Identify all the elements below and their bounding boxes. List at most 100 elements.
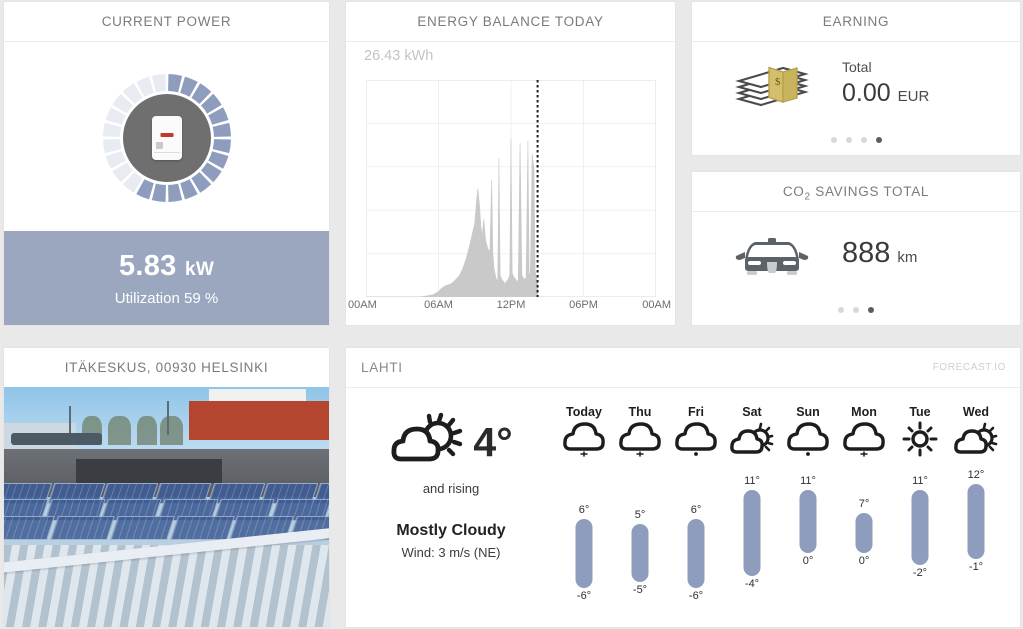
earning-currency: EUR [897,88,930,105]
forecast-high: 7° [858,497,870,510]
forecast-bar [631,524,649,583]
cloud-snow-icon [617,422,663,457]
energy-chart[interactable] [366,80,656,297]
weather-header: LAHTI FORECAST.IO [346,348,1020,388]
inverter-seam-line [153,152,180,153]
weather-forecast-row: Today 6° -6° Thu 5° -5° Fri 6° -6° Sat 1… [556,387,1020,627]
co2-savings-card[interactable]: CO2 SAVINGS TOTAL 888 km [691,171,1021,326]
forecast-temp-range: 11° 0° [780,458,836,608]
forecast-low: 0° [802,555,814,568]
weather-current-top: 4° [389,409,513,476]
pole [166,401,169,435]
cloud-rain-icon [785,422,831,456]
cloud-snow-icon [561,422,607,457]
weather-current-temp: 4° [473,419,513,465]
forecast-day[interactable]: Wed 12° -1° [948,405,1004,627]
forecast-high: 11° [800,474,816,487]
forecast-temp-range: 6° -6° [556,458,612,608]
x-tick-label: 00AM [348,299,377,311]
forecast-temp-range: 12° -1° [948,458,1004,608]
co2-pagination-dots[interactable] [692,307,1020,313]
earning-pagination-dots[interactable] [692,137,1020,143]
pagination-dot[interactable] [838,307,844,313]
forecast-temp-range: 11° -2° [892,458,948,608]
forecast-day-name: Sun [796,405,820,419]
co2-value: 888 [842,237,891,269]
power-gauge-wrap [4,42,329,234]
forecast-bar [575,518,593,588]
weather-body: 4° and rising Mostly Cloudy Wind: 3 m/s … [346,387,1020,627]
x-tick-label: 06AM [424,299,453,311]
solar-panel [110,516,175,540]
power-number: 5.83 [118,249,177,282]
forecast-day-name: Thu [628,405,652,419]
tree [108,415,131,445]
energy-balance-card[interactable]: ENERGY BALANCE TODAY 26.43 kWh 00AM 06AM 1… [345,1,676,326]
power-gauge [101,72,233,204]
power-value: 5.83 kW [119,250,214,283]
x-tick-label: 12PM [496,299,526,311]
power-value-band: 5.83 kW Utilization 59 % [4,231,329,325]
earning-title: EARNING [692,2,1020,42]
energy-chart-svg [366,80,656,297]
energy-chart-x-axis: 00AM 06AM 12PM 06PM 00AM [346,299,675,313]
weather-wind: Wind: 3 m/s (NE) [401,545,501,560]
partly-cloudy-icon [953,422,999,454]
forecast-temp-range: 11° -4° [724,458,780,608]
pagination-dot[interactable] [853,307,859,313]
forecast-day[interactable]: Sun 11° 0° [780,405,836,627]
cloud-snow-icon [841,422,887,457]
co2-prefix: CO [782,184,805,199]
forecast-day[interactable]: Tue 11° -2° [892,405,948,627]
solar-panel-array [4,483,329,555]
pole [69,406,71,435]
forecast-low: -4° [744,578,760,591]
weather-provider: FORECAST.IO [932,362,1006,373]
svg-text:$: $ [775,76,781,88]
earning-label: Total [842,59,872,75]
forecast-day-name: Tue [909,405,931,419]
forecast-bar [911,489,929,565]
forecast-high: 5° [634,509,646,522]
co2-row: 888 km [692,212,1020,295]
forecast-high: 6° [578,503,590,516]
red-building [189,401,329,440]
site-photo-card[interactable]: ITÄKESKUS, 00930 HELSINKI [3,347,330,628]
earning-text: Total 0.00 EUR [842,59,929,108]
forecast-bar [967,484,985,560]
solar-panel [4,516,56,540]
x-tick-label: 06PM [569,299,598,311]
co2-savings-title: CO2 SAVINGS TOTAL [692,172,1020,212]
pagination-dot[interactable] [860,137,867,143]
weather-card[interactable]: LAHTI FORECAST.IO 4° and rising Mostly C… [345,347,1021,628]
forecast-day[interactable]: Thu 5° -5° [612,405,668,627]
earning-value-row: 0.00 EUR [842,79,929,108]
forecast-high: 11° [912,474,928,487]
forecast-low: 0° [858,555,870,568]
pagination-dot[interactable] [830,137,837,143]
earning-card[interactable]: EARNING $ Total 0.00 EUR [691,1,1021,156]
forecast-day[interactable]: Today 6° -6° [556,405,612,627]
forecast-high: 12° [967,469,985,481]
forecast-day-name: Fri [688,405,704,419]
inverter-core [122,94,211,182]
partly-cloudy-icon [389,409,467,476]
forecast-temp-range: 7° 0° [836,458,892,608]
forecast-day[interactable]: Mon 7° 0° [836,405,892,627]
forecast-bar [743,489,761,577]
weather-condition: Mostly Cloudy [396,522,506,539]
weather-city: LAHTI [361,360,403,375]
forecast-day[interactable]: Fri 6° -6° [668,405,724,627]
energy-balance-title: ENERGY BALANCE TODAY [346,2,675,42]
forecast-day-name: Mon [851,405,877,419]
earning-row: $ Total 0.00 EUR [692,42,1020,125]
forecast-day-name: Sat [742,405,762,419]
forecast-bar [855,512,873,554]
current-power-card[interactable]: CURRENT POWER 5.83 kW Utilization 59 % [3,1,330,326]
pagination-dot[interactable] [875,137,882,143]
pagination-dot[interactable] [868,307,874,313]
pagination-dot[interactable] [845,137,852,143]
solar-panel [50,516,116,540]
forecast-day[interactable]: Sat 11° -4° [724,405,780,627]
inverter-icon [151,116,182,160]
